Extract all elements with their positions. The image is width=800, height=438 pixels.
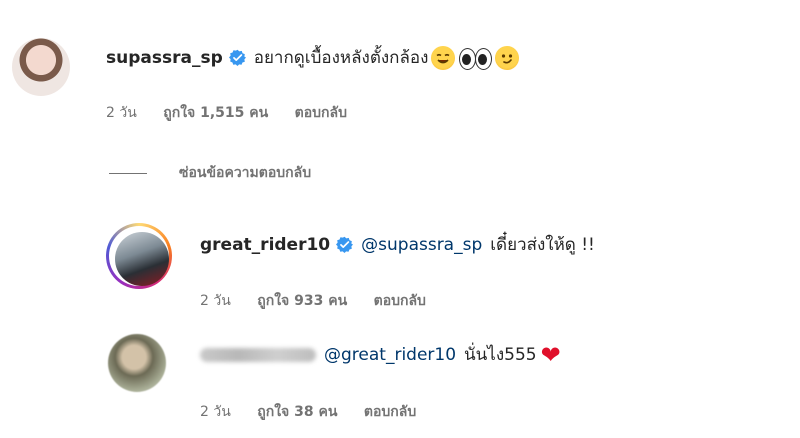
divider — [109, 172, 147, 174]
reply-likes[interactable]: ถูกใจ 933 คน — [257, 293, 347, 309]
comment-likes[interactable]: ถูกใจ 1,515 คน — [163, 105, 268, 121]
comment-meta: 2 วัน ถูกใจ 1,515 คน ตอบกลับ — [106, 102, 369, 124]
reply-1: great_rider10 @supassra_sp เดี๋ยวส่งให้ด… — [200, 231, 595, 258]
avatar-great-rider10[interactable] — [106, 223, 172, 289]
reply-meta: 2 วัน ถูกใจ 933 คน ตอบกลับ — [200, 290, 448, 312]
comment-username[interactable]: supassra_sp — [106, 48, 223, 68]
reply-mention[interactable]: @great_rider10 — [324, 345, 456, 365]
grinning-smirk-emoji-icon — [431, 45, 456, 70]
avatar-supassra[interactable] — [12, 38, 70, 96]
reply-username[interactable]: great_rider10 — [200, 235, 330, 255]
comment-text: อยากดูเบื้องหลังตั้งกล้อง — [253, 48, 429, 68]
avatar-blurred-user[interactable] — [108, 334, 166, 392]
reply-text: นั่นไง555 — [464, 345, 537, 365]
reply-button[interactable]: ตอบกลับ — [295, 105, 347, 121]
verified-badge-icon — [228, 49, 246, 66]
eyes-emoji-icon — [458, 46, 493, 70]
hide-replies-button[interactable]: ซ่อนข้อความตอบกลับ — [109, 162, 311, 184]
smirk-emoji-icon — [495, 45, 520, 70]
reply-time[interactable]: 2 วัน — [200, 293, 231, 309]
reply-text: เดี๋ยวส่งให้ดู !! — [490, 235, 595, 255]
reply-2: @great_rider10 นั่นไง555 ❤ — [200, 341, 561, 368]
comment-1: supassra_sp อยากดูเบื้องหลังตั้งกล้อง — [106, 44, 520, 71]
red-heart-emoji-icon: ❤ — [540, 340, 561, 369]
reply-meta: 2 วัน ถูกใจ 38 คน ตอบกลับ — [200, 401, 438, 423]
reply-likes[interactable]: ถูกใจ 38 คน — [257, 404, 337, 420]
reply-time[interactable]: 2 วัน — [200, 404, 231, 420]
reply-button[interactable]: ตอบกลับ — [364, 404, 416, 420]
hide-replies-label: ซ่อนข้อความตอบกลับ — [179, 165, 312, 181]
blurred-username[interactable] — [200, 347, 316, 362]
reply-button[interactable]: ตอบกลับ — [374, 293, 426, 309]
reply-mention[interactable]: @supassra_sp — [361, 235, 482, 255]
comment-time[interactable]: 2 วัน — [106, 105, 137, 121]
verified-badge-icon — [336, 236, 354, 253]
